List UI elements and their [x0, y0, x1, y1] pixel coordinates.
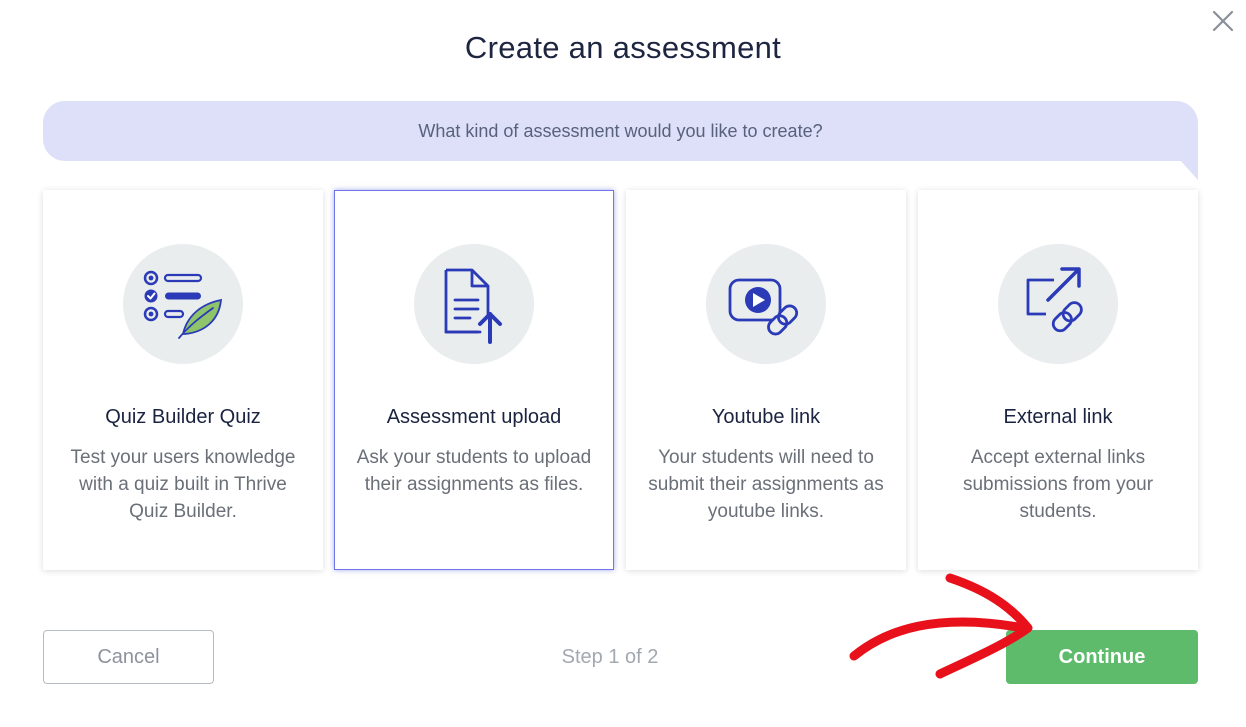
file-upload-icon — [444, 268, 502, 344]
option-description: Ask your students to upload their assign… — [356, 447, 592, 495]
option-card-youtube-link[interactable]: Youtube link Your students will need to … — [626, 190, 906, 570]
step-indicator: Step 1 of 2 — [561, 646, 659, 668]
option-title: Youtube link — [711, 406, 821, 428]
option-title: External link — [1003, 406, 1113, 428]
option-title: Assessment upload — [386, 406, 562, 428]
quiz-checklist-icon — [143, 270, 223, 339]
bubble-tail — [1180, 160, 1198, 180]
option-description: Test your users knowledge with a quiz bu… — [70, 447, 296, 522]
option-title: Quiz Builder Quiz — [105, 406, 261, 428]
option-description: Your students will need to submit their … — [648, 447, 884, 522]
option-description: Accept external links submissions from y… — [962, 447, 1154, 522]
icon-circle — [414, 244, 534, 364]
option-card-external-link[interactable]: External link Accept external links subm… — [918, 190, 1198, 570]
prompt-text: What kind of assessment would you like t… — [418, 121, 823, 141]
option-card-assessment-upload[interactable]: Assessment upload Ask your students to u… — [334, 190, 614, 570]
icon-circle — [998, 244, 1118, 364]
video-link-icon — [728, 278, 799, 336]
cancel-button[interactable]: Cancel — [43, 630, 214, 684]
icon-circle — [123, 244, 243, 364]
option-card-quiz-builder[interactable]: Quiz Builder Quiz Test your users knowle… — [43, 190, 323, 570]
icon-circle — [706, 244, 826, 364]
continue-button[interactable]: Continue — [1006, 630, 1198, 684]
modal-title: Create an assessment — [464, 30, 782, 65]
external-link-icon — [1026, 267, 1083, 333]
